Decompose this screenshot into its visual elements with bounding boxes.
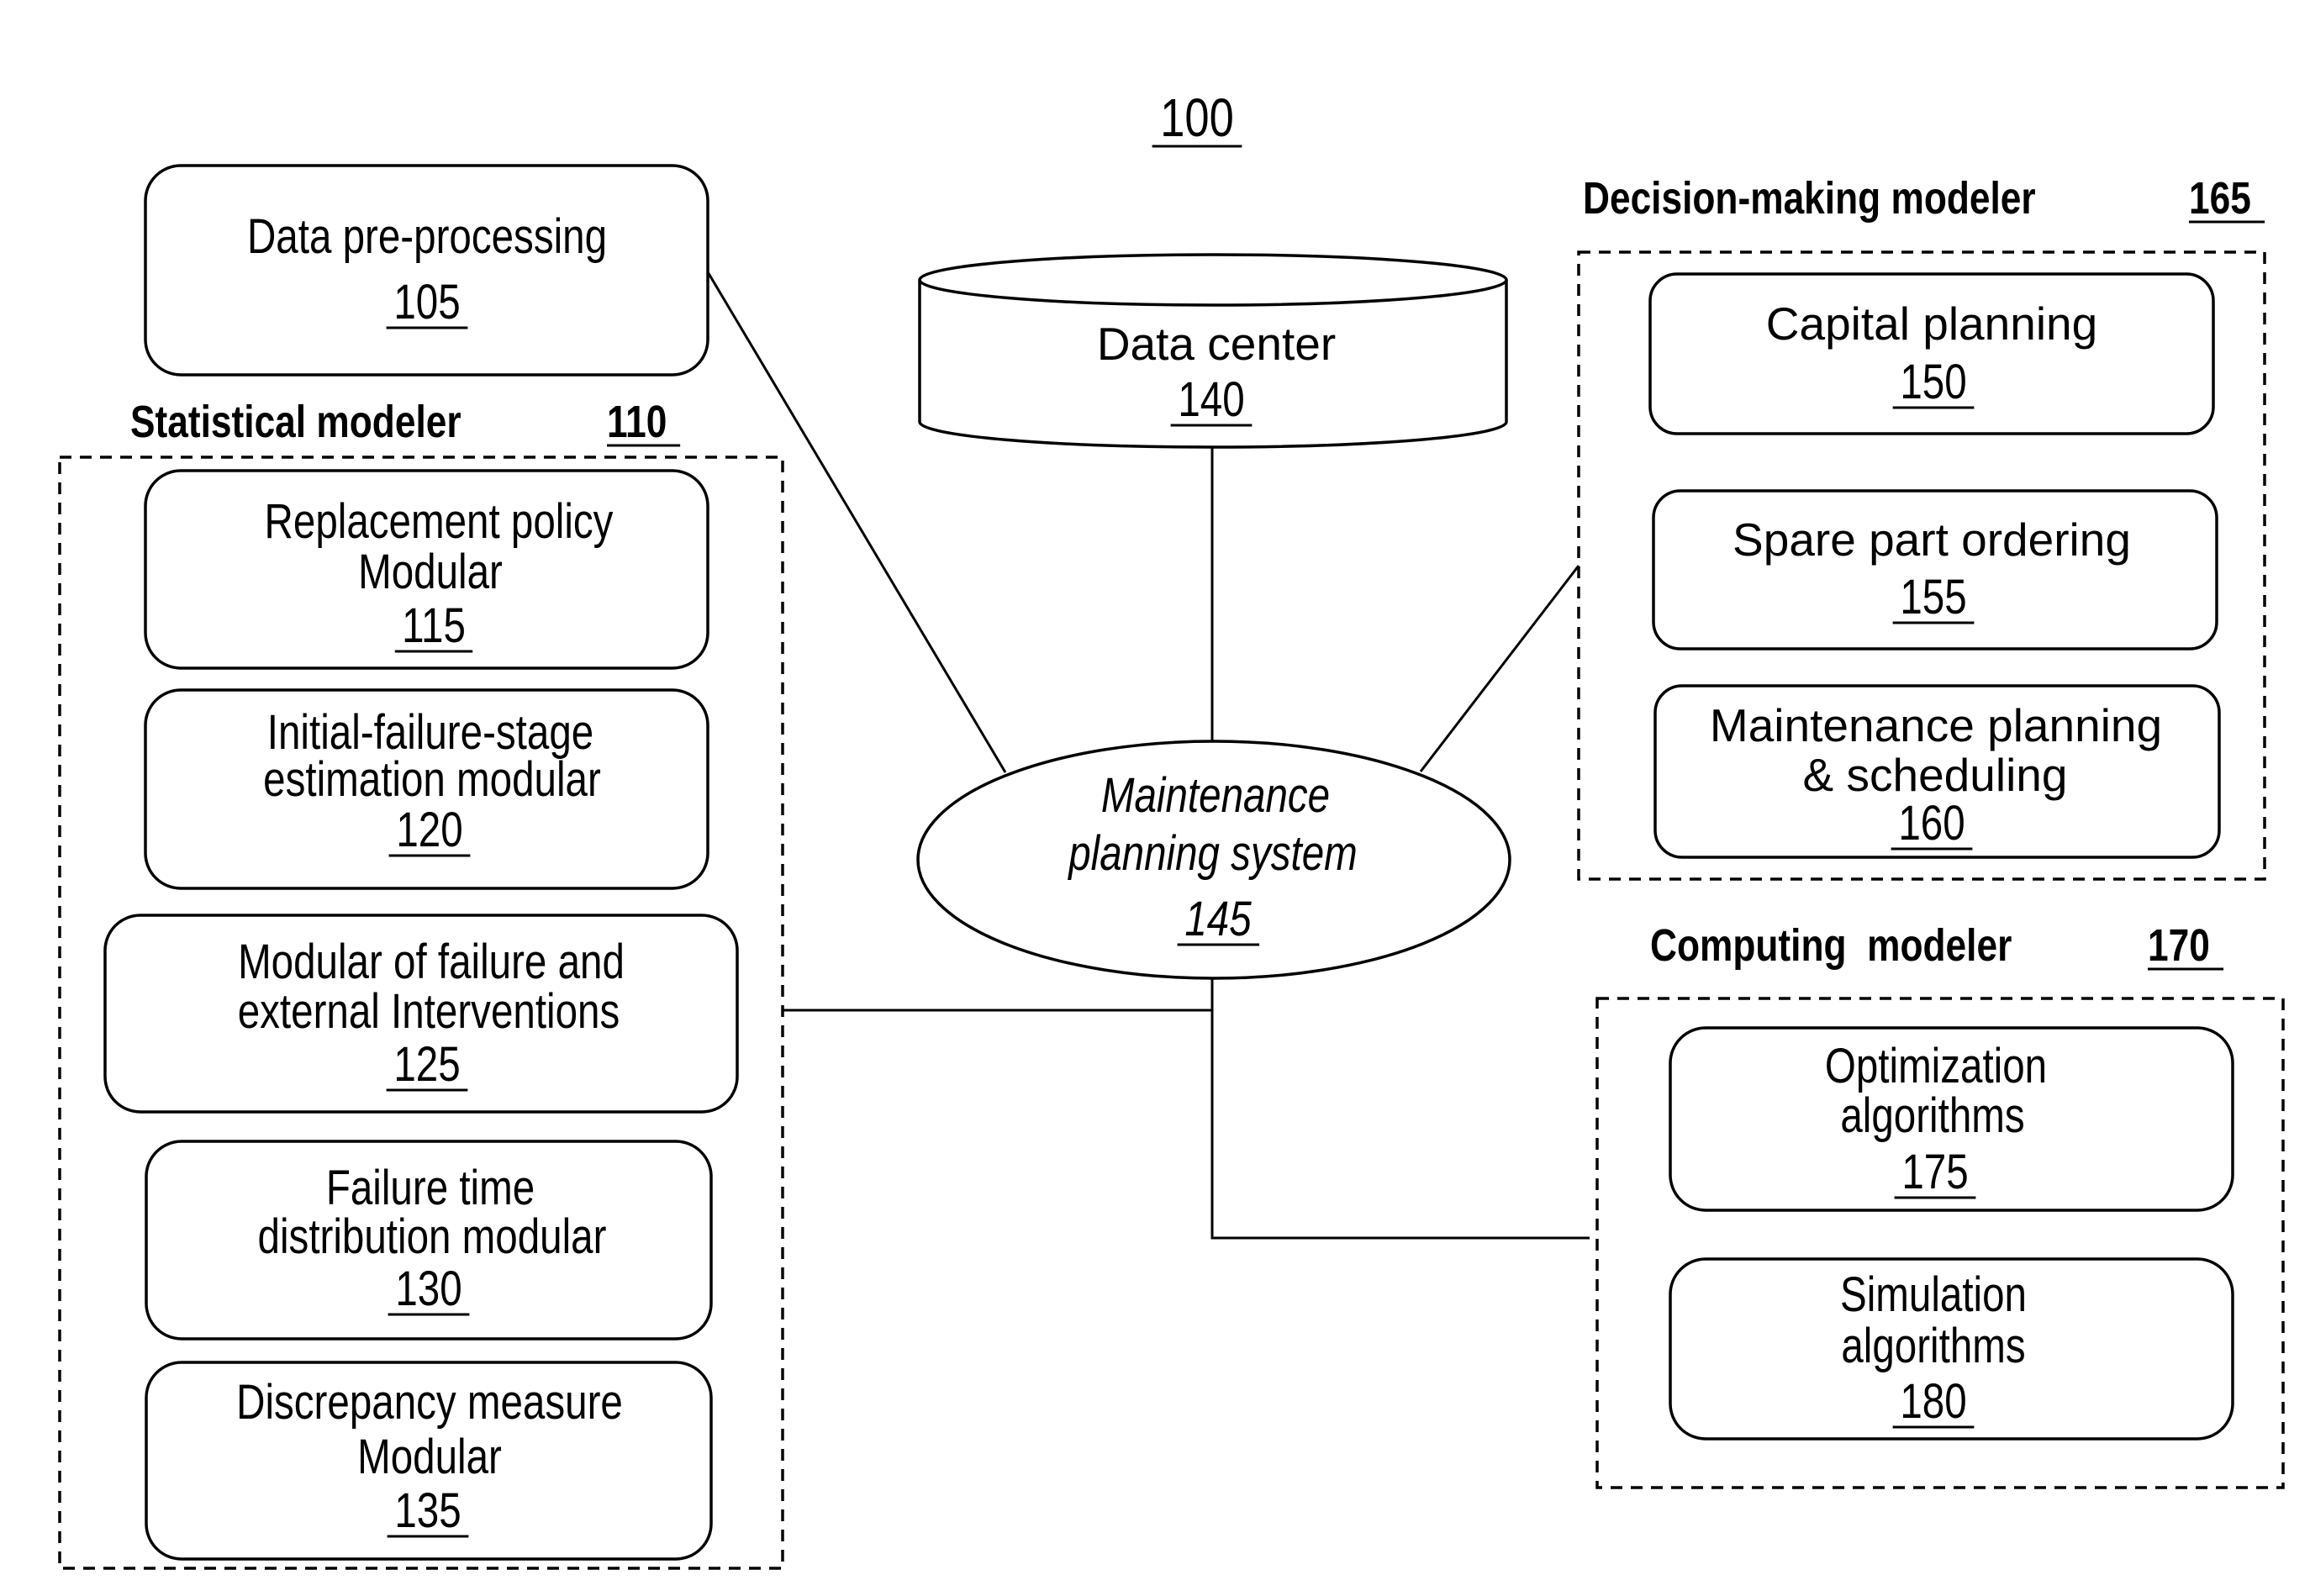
data-preprocessing-label: Data pre-processing xyxy=(247,210,607,265)
module-label-line: Modular xyxy=(358,545,503,600)
module-box-175[interactable]: Optimization algorithms 175 xyxy=(1669,1026,2234,1212)
module-ref: 120 xyxy=(396,803,462,858)
module-box-160[interactable]: Maintenance planning & scheduling 160 xyxy=(1653,684,2221,859)
system-label-line: Maintenance xyxy=(1101,769,1330,824)
computing-modeler-ref: 170 xyxy=(2148,920,2210,971)
module-box-120[interactable]: Initial-failure-stage estimation modular… xyxy=(144,688,709,890)
module-label-line: Initial-failure-stage xyxy=(267,706,593,761)
module-label-line: algorithms xyxy=(1841,1319,2025,1374)
module-label-line: Discrepancy measure xyxy=(236,1376,623,1430)
module-label-line: external Interventions xyxy=(238,985,620,1040)
decision-making-modeler-ref: 165 xyxy=(2189,173,2251,224)
statistical-modeler-title: Statistical modeler xyxy=(130,397,461,447)
computing-modeler-title: Computing modeler xyxy=(1650,920,2012,971)
computing-modeler-group: Computing modeler 170 Optimization algor… xyxy=(1595,920,2285,1489)
module-ref: 150 xyxy=(1900,356,1966,410)
module-ref: 175 xyxy=(1901,1146,1968,1200)
system-label-line: planning system xyxy=(1067,827,1357,882)
module-label-line: Optimization xyxy=(1825,1040,2047,1094)
module-label-line: estimation modular xyxy=(263,753,601,808)
module-label-line: algorithms xyxy=(1840,1089,2024,1144)
data-center-ref: 140 xyxy=(1178,373,1244,428)
module-ref: 115 xyxy=(402,599,466,654)
module-label-line: Replacement policy xyxy=(265,495,614,550)
system-ref: 145 xyxy=(1184,893,1252,947)
module-ref: 155 xyxy=(1900,571,1966,625)
module-box-155[interactable]: Spare part ordering 155 xyxy=(1652,489,2218,651)
module-ref: 135 xyxy=(394,1484,461,1539)
module-label-line: Failure time xyxy=(326,1161,535,1216)
connector-system-to-computing-modeler xyxy=(1210,978,1590,1240)
module-ref: 130 xyxy=(395,1262,461,1317)
decision-making-modeler-group: Decision-making modeler 165 Capital plan… xyxy=(1577,173,2266,881)
data-preprocessing-ref: 105 xyxy=(393,276,460,330)
module-label-line: & scheduling xyxy=(1803,749,2068,801)
module-box-125[interactable]: Modular of failure and external Interven… xyxy=(103,914,739,1114)
module-label-line: Capital planning xyxy=(1766,298,2097,350)
module-box-180[interactable]: Simulation algorithms 180 xyxy=(1669,1257,2234,1441)
module-ref: 160 xyxy=(1898,797,1965,851)
maintenance-planning-diagram: 100 Data pre-processing 105 Statistical … xyxy=(58,88,2285,1570)
module-label-line: Modular xyxy=(357,1430,502,1485)
module-label-line: Maintenance planning xyxy=(1710,699,2162,751)
statistical-modeler-group: Statistical modeler 110 Replacement poli… xyxy=(58,397,784,1570)
module-label-line: distribution modular xyxy=(258,1210,607,1265)
figure-ref-label: 100 xyxy=(1160,88,1234,148)
module-box-135[interactable]: Discrepancy measure Modular 135 xyxy=(145,1361,713,1561)
module-box-150[interactable]: Capital planning 150 xyxy=(1648,272,2215,435)
module-box-115[interactable]: Replacement policy Modular 115 xyxy=(144,469,709,670)
module-ref: 180 xyxy=(1900,1375,1966,1430)
module-ref: 125 xyxy=(393,1038,460,1093)
module-box-130[interactable]: Failure time distribution modular 130 xyxy=(145,1140,713,1341)
data-preprocessing-box[interactable]: Data pre-processing 105 xyxy=(144,164,709,377)
module-label-line: Simulation xyxy=(1840,1268,2027,1323)
decision-making-modeler-title: Decision-making modeler xyxy=(1583,173,2036,224)
module-label-line: Spare part ordering xyxy=(1732,514,2131,566)
module-label-line: Modular of failure and xyxy=(238,935,625,990)
statistical-modeler-ref: 110 xyxy=(607,397,667,447)
connector-system-to-decision-modeler xyxy=(1419,565,1580,772)
data-center-cylinder[interactable]: Data center 140 xyxy=(918,253,1508,449)
maintenance-planning-system-node[interactable]: Maintenance planning system 145 xyxy=(916,740,1511,980)
data-center-label: Data center xyxy=(1097,318,1336,370)
